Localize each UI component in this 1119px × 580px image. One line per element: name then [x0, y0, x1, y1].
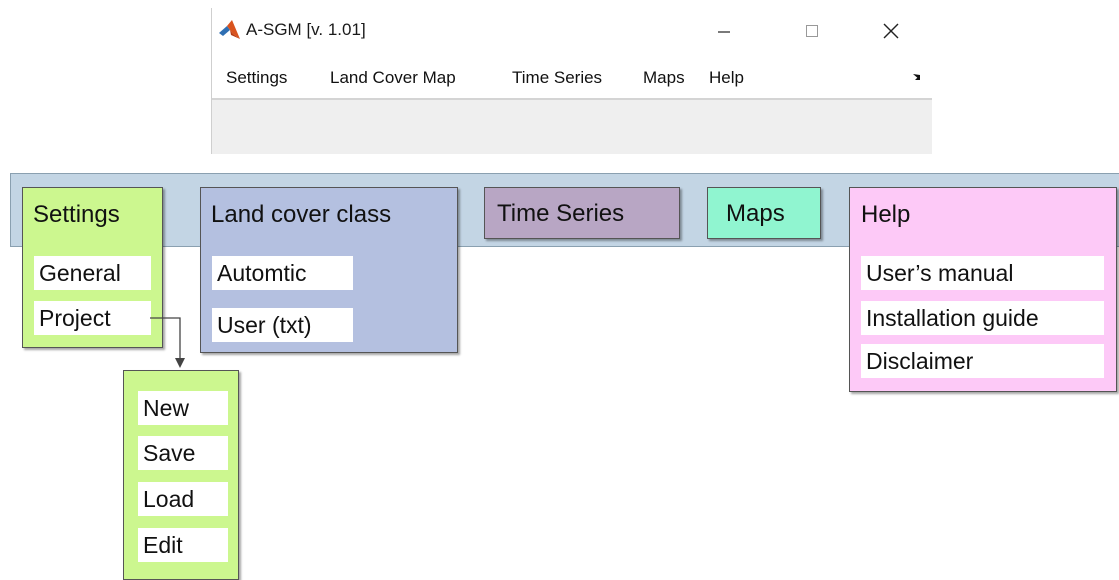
app-window: A-SGM [v. 1.01] Settings Land Cover Map …	[211, 8, 932, 154]
maximize-button[interactable]	[789, 16, 835, 46]
window-title: A-SGM [v. 1.01]	[246, 20, 366, 39]
close-button[interactable]	[868, 16, 914, 46]
project-item-edit[interactable]: Edit	[138, 528, 228, 562]
project-item-new[interactable]: New	[138, 391, 228, 425]
help-item-users-manual[interactable]: User’s manual	[861, 256, 1104, 290]
menu-help[interactable]: Help	[709, 68, 744, 88]
project-item-load[interactable]: Load	[138, 482, 228, 516]
land-cover-menu-box: Land cover class Automtic User (txt)	[200, 187, 458, 353]
project-submenu-box: New Save Load Edit	[123, 370, 239, 580]
menu-land-cover-map[interactable]: Land Cover Map	[330, 68, 456, 88]
help-menu-box: Help User’s manual Installation guide Di…	[849, 187, 1117, 392]
settings-header: Settings	[33, 201, 120, 228]
help-item-installation-guide[interactable]: Installation guide	[861, 301, 1104, 335]
menu-time-series[interactable]: Time Series	[512, 68, 602, 88]
settings-item-project[interactable]: Project	[34, 301, 151, 335]
client-area	[212, 100, 932, 154]
help-header: Help	[861, 201, 911, 228]
land-cover-item-automatic[interactable]: Automtic	[212, 256, 353, 290]
time-series-header: Time Series	[497, 200, 625, 227]
maximize-icon	[806, 25, 818, 37]
settings-item-general[interactable]: General	[34, 256, 151, 290]
maps-header: Maps	[726, 200, 785, 227]
matlab-logo-icon	[219, 20, 240, 39]
menu-settings[interactable]: Settings	[226, 68, 287, 88]
land-cover-item-user-txt[interactable]: User (txt)	[212, 308, 353, 342]
help-item-disclaimer[interactable]: Disclaimer	[861, 344, 1104, 378]
menu-bar: Settings Land Cover Map Time Series Maps…	[212, 60, 932, 100]
close-icon	[883, 23, 899, 39]
minimize-icon	[718, 31, 730, 33]
land-cover-header: Land cover class	[211, 201, 392, 228]
time-series-menu-box[interactable]: Time Series	[484, 187, 680, 239]
title-bar: A-SGM [v. 1.01]	[212, 8, 932, 52]
menu-maps[interactable]: Maps	[643, 68, 685, 88]
undock-arrow-icon[interactable]	[912, 72, 922, 82]
minimize-button[interactable]	[701, 16, 747, 46]
maps-menu-box[interactable]: Maps	[707, 187, 821, 239]
settings-menu-box: Settings General Project	[22, 187, 163, 348]
project-item-save[interactable]: Save	[138, 436, 228, 470]
